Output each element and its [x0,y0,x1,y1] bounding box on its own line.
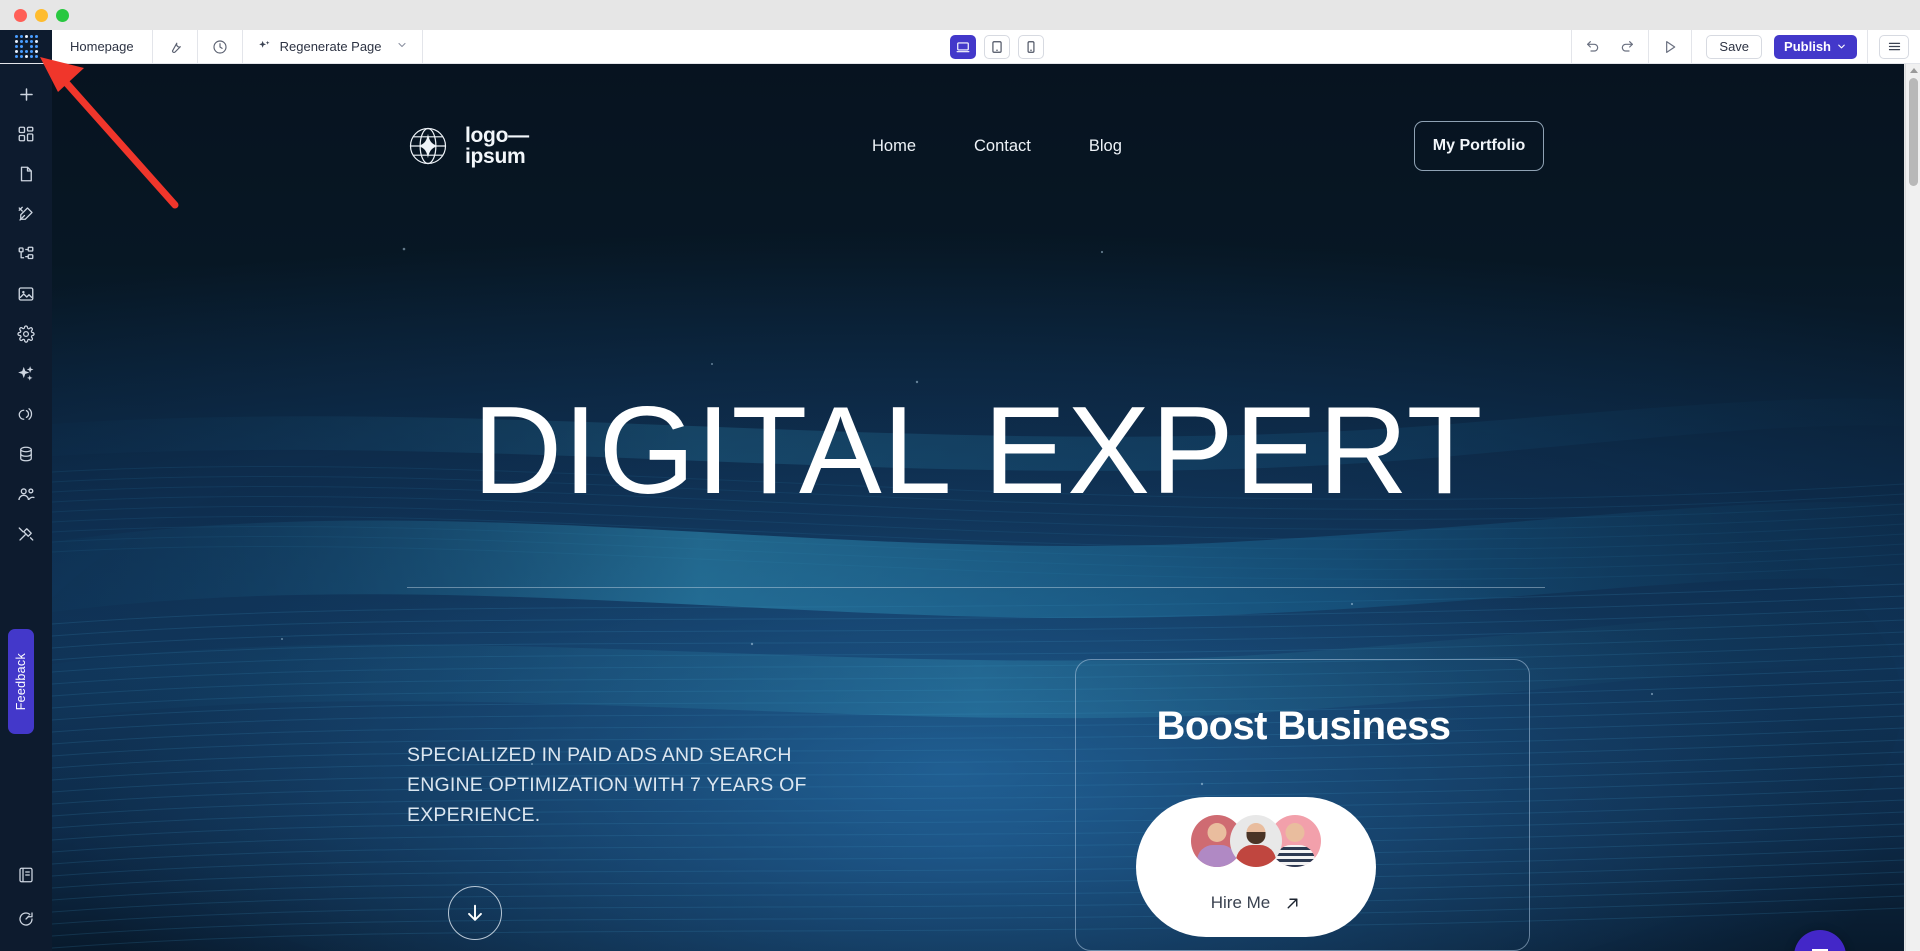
hamburger-menu-button[interactable] [1879,34,1909,59]
window-minimize-button[interactable] [35,8,48,22]
logo-line-2: ipsum [465,145,526,168]
boost-card-title: Boost Business [1156,704,1451,748]
avatar [1230,815,1282,867]
feedback-label: Feedback [14,652,28,711]
sidebar-item-add[interactable] [6,74,46,114]
avatar-group [1191,815,1321,867]
play-preview-icon[interactable] [1655,32,1685,62]
sidebar-item-tools[interactable] [6,514,46,554]
website-hero-section: logo— ipsum Home Contact Blog My Portfol… [52,64,1904,951]
chat-bubble-icon [1812,949,1828,951]
site-navbar: logo— ipsum Home Contact Blog My Portfol… [52,98,1904,194]
sidebar-item-sitemap[interactable] [6,234,46,274]
nav-link-home[interactable]: Home [872,137,916,156]
window-titlebar [0,0,1920,30]
current-page-name[interactable]: Homepage [52,30,152,63]
window-zoom-button[interactable] [56,8,69,22]
sidebar-item-ai-assistant[interactable] [6,354,46,394]
chevron-down-icon[interactable] [396,39,408,54]
undo-icon[interactable] [1578,32,1608,62]
sidebar-item-members[interactable] [6,474,46,514]
globe-star-icon [409,127,447,165]
left-sidebar: Feedback [0,64,52,951]
boost-business-card[interactable]: Boost Business Hire Me [1075,659,1530,951]
sidebar-item-blocks[interactable] [6,114,46,154]
toolbar-actions: Save Publish [1571,30,1920,63]
device-tablet-button[interactable] [983,34,1010,59]
scrollbar-thumb[interactable] [1909,78,1918,186]
logo-line-1: logo— [465,123,529,147]
arrow-up-right-icon [1287,898,1298,908]
arrow-down-icon [468,904,482,921]
site-logo-text: logo— ipsum [465,123,529,168]
history-clock-icon[interactable] [198,30,242,63]
device-preview-switcher [423,30,1572,63]
nav-link-contact[interactable]: Contact [974,137,1031,156]
settings-wrench-icon[interactable] [153,30,197,63]
publish-label: Publish [1784,39,1831,54]
device-desktop-button[interactable] [949,34,976,59]
hero-body-copy: SPECIALIZED IN PAID ADS AND SEARCH ENGIN… [407,744,807,826]
sidebar-item-settings[interactable] [6,314,46,354]
nav-link-blog[interactable]: Blog [1089,137,1122,156]
app-logo-button[interactable] [0,30,52,63]
canvas-scrollbar[interactable] [1905,64,1920,951]
sidebar-item-docs[interactable] [6,855,46,895]
chevron-down-icon [1838,44,1845,49]
scroll-up-arrow-icon[interactable] [1910,68,1918,73]
sidebar-item-revert[interactable] [6,899,46,939]
save-button[interactable]: Save [1706,34,1763,59]
device-mobile-button[interactable] [1017,34,1044,59]
sparkles-icon [258,40,270,48]
website-preview-canvas[interactable]: logo— ipsum Home Contact Blog My Portfol… [52,64,1904,951]
app-toolbar: Homepage Regenerate Page Save Publish [0,30,1920,64]
site-logo[interactable]: logo— ipsum [407,123,529,168]
hire-me-button[interactable]: Hire Me [1211,893,1302,913]
scroll-down-button[interactable] [448,886,502,940]
sidebar-item-broadcast[interactable] [6,394,46,434]
site-nav-links: Home Contact Blog [872,137,1122,156]
window-close-button[interactable] [14,8,27,22]
hire-me-pill[interactable]: Hire Me [1136,797,1376,937]
sidebar-item-pages[interactable] [6,154,46,194]
regenerate-page-button[interactable]: Regenerate Page [243,30,422,63]
hero-divider [407,587,1545,588]
hire-me-label: Hire Me [1210,893,1271,912]
sidebar-item-design[interactable] [6,194,46,234]
sidebar-item-database[interactable] [6,434,46,474]
publish-button[interactable]: Publish [1774,34,1857,59]
sidebar-bottom-group [0,855,52,939]
grid-dots-logo-icon [14,35,38,58]
regenerate-page-label: Regenerate Page [279,39,382,54]
redo-icon[interactable] [1612,32,1642,62]
sidebar-item-media[interactable] [6,274,46,314]
hero-headline: DIGITAL EXPERT [472,382,1484,520]
my-portfolio-button[interactable]: My Portfolio [1414,121,1544,171]
feedback-button[interactable]: Feedback [8,629,34,734]
